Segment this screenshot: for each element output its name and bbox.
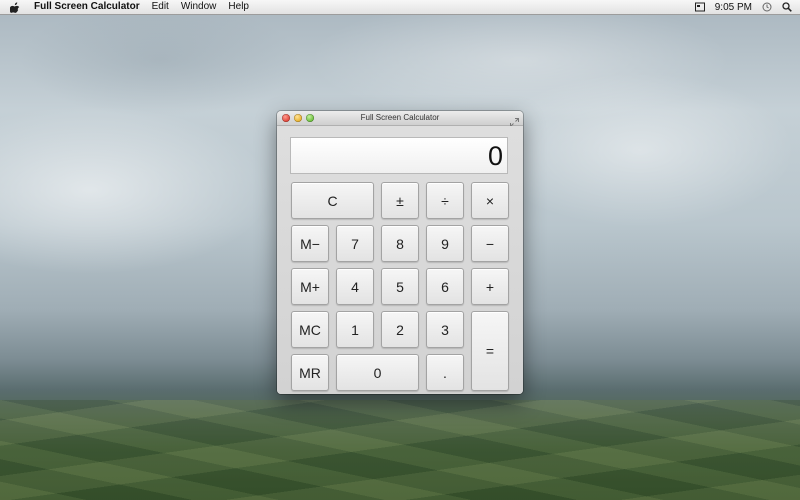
digit-0-button[interactable]: 0 [336,354,419,391]
divide-button[interactable]: ÷ [426,182,464,219]
memory-subtract-button[interactable]: M− [291,225,329,262]
menu-extras: 9:05 PM [694,0,792,14]
menu-app-name[interactable]: Full Screen Calculator [34,0,140,14]
menu-clock[interactable]: 9:05 PM [715,2,752,13]
decimal-button[interactable]: . [426,354,464,391]
apple-menu-icon[interactable] [10,1,20,13]
digit-1-button[interactable]: 1 [336,311,374,348]
digit-7-button[interactable]: 7 [336,225,374,262]
calculator-window: Full Screen Calculator 0 C ± ÷ × M− 7 8 … [277,111,523,394]
memory-recall-button[interactable]: MR [291,354,329,391]
menu-window[interactable]: Window [181,0,217,14]
memory-clear-button[interactable]: MC [291,311,329,348]
calculator-body: 0 C ± ÷ × M− 7 8 9 − M+ 4 5 6 + MC 1 2 3… [277,126,523,394]
memory-add-button[interactable]: M+ [291,268,329,305]
digit-9-button[interactable]: 9 [426,225,464,262]
add-button[interactable]: + [471,268,509,305]
multiply-button[interactable]: × [471,182,509,219]
farmland-landscape [0,400,800,500]
digit-6-button[interactable]: 6 [426,268,464,305]
plus-minus-button[interactable]: ± [381,182,419,219]
calculator-display: 0 [290,137,508,174]
menu-edit[interactable]: Edit [152,0,169,14]
window-titlebar[interactable]: Full Screen Calculator [277,111,523,127]
digit-2-button[interactable]: 2 [381,311,419,348]
digit-5-button[interactable]: 5 [381,268,419,305]
menu-bar: Full Screen Calculator Edit Window Help … [0,0,800,15]
digit-4-button[interactable]: 4 [336,268,374,305]
clear-button[interactable]: C [291,182,374,219]
digit-8-button[interactable]: 8 [381,225,419,262]
digit-3-button[interactable]: 3 [426,311,464,348]
window-title: Full Screen Calculator [360,113,440,122]
menu-help[interactable]: Help [228,0,249,14]
screen-sharing-icon[interactable] [694,2,705,12]
display-value: 0 [487,141,503,171]
time-machine-icon[interactable] [762,2,772,12]
subtract-button[interactable]: − [471,225,509,262]
fullscreen-icon[interactable] [510,114,519,127]
equals-button[interactable]: = [471,311,509,391]
spotlight-icon[interactable] [782,2,792,12]
